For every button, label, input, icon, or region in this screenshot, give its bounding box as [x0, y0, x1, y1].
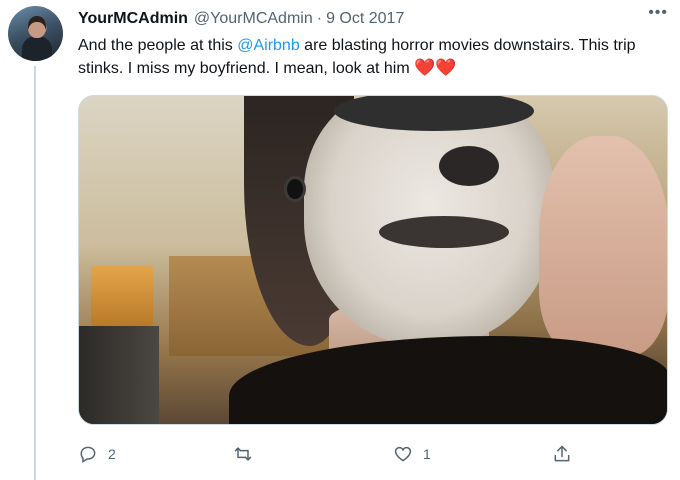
avatar-body-shape [22, 36, 52, 61]
like-button[interactable]: 1 [393, 444, 431, 464]
separator-dot: · [316, 10, 323, 27]
like-count: 1 [423, 446, 431, 462]
thread-line [34, 66, 36, 480]
reply-count: 2 [108, 446, 116, 462]
photo-mouth-paint [379, 216, 509, 248]
retweet-button[interactable] [233, 444, 263, 464]
photo-ear-gauge [284, 176, 306, 202]
retweet-icon [234, 447, 252, 461]
display-name[interactable]: YourMCAdmin [78, 10, 188, 28]
tweet-actions: 2 1 [78, 440, 668, 468]
mention-link[interactable]: @Airbnb [237, 37, 300, 54]
tweet-text: And the people at this @Airbnb are blast… [78, 35, 670, 80]
user-handle[interactable]: @YourMCAdmin [194, 10, 313, 28]
photo-appliance [79, 326, 159, 424]
avatar-head-shape [28, 16, 46, 38]
share-icon [554, 445, 570, 462]
like-icon [394, 446, 412, 462]
reply-icon [80, 446, 96, 463]
tweet-card: YourMCAdmin @YourMCAdmin · 9 Oct 2017 ••… [0, 0, 680, 480]
heart-emoji: ❤️❤️ [414, 58, 457, 77]
photo-nose-paint [439, 146, 499, 186]
tweet-text-before: And the people at this [78, 37, 238, 54]
tweet-header: YourMCAdmin @YourMCAdmin · 9 Oct 2017 [78, 8, 670, 30]
tweet-date[interactable]: 9 Oct 2017 [326, 10, 404, 28]
more-options-icon[interactable]: ••• [648, 4, 668, 22]
photo-hand [539, 136, 667, 356]
avatar[interactable] [8, 6, 63, 61]
reply-button[interactable]: 2 [78, 444, 116, 464]
photo-cereal-box [91, 266, 153, 326]
share-button[interactable] [552, 444, 582, 464]
tweet-photo[interactable] [78, 95, 668, 425]
